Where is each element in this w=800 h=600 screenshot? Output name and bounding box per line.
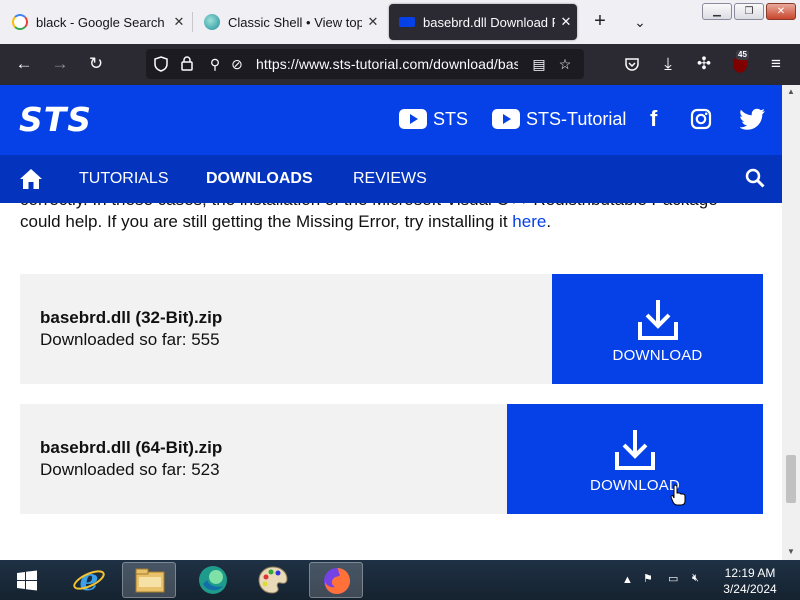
svg-text:e: e [79, 563, 98, 598]
minimize-button[interactable]: ▁ [702, 3, 732, 20]
hand-cursor-icon [670, 484, 686, 506]
body-text: correctly. In these cases, the installat… [20, 203, 780, 233]
search-icon[interactable] [745, 168, 765, 188]
extensions-puzzle-icon[interactable]: ✣ [692, 52, 716, 76]
classic-shell-icon [204, 14, 220, 30]
edge-browser-icon[interactable] [186, 562, 240, 598]
extension-badge: 45 [736, 50, 749, 60]
sts-favicon-icon [399, 17, 415, 27]
youtube-sts-tutorial-label: STS-Tutorial [526, 108, 627, 129]
clock-date: 3/24/2024 [723, 582, 777, 596]
site-nav: TUTORIALS DOWNLOADS REVIEWS [0, 155, 782, 203]
sts-logo[interactable]: STS [19, 103, 92, 136]
here-link[interactable]: here [512, 212, 546, 231]
paint-palette-icon[interactable] [246, 562, 300, 598]
internet-explorer-icon[interactable]: e [62, 562, 116, 598]
home-icon[interactable] [19, 168, 43, 190]
download-count: Downloaded so far: 523 [40, 460, 220, 479]
close-tab-icon[interactable]: ✕ [362, 14, 384, 30]
paragraph-text: could help. If you are still getting the… [20, 212, 513, 231]
autoplay-blocked-icon[interactable]: ⊘ [226, 52, 248, 76]
reader-view-icon[interactable]: ▤ [528, 52, 550, 76]
download-count: Downloaded so far: 555 [40, 330, 220, 349]
paragraph-line: could help. If you are still getting the… [20, 211, 780, 233]
firefox-icon[interactable] [309, 562, 363, 598]
forward-arrow-icon[interactable]: → [48, 52, 72, 76]
nav-downloads[interactable]: DOWNLOADS [206, 170, 313, 188]
windows-logo-icon [17, 570, 37, 591]
reload-icon[interactable]: ↻ [84, 52, 108, 76]
action-center-flag-icon[interactable]: ⚑ [643, 572, 653, 585]
download-button-32bit[interactable]: DOWNLOAD [552, 274, 763, 384]
youtube-icon [492, 109, 520, 129]
navigation-toolbar: ← → ↻ ⚲ ⊘ https://www.sts-tutorial.com/d… [0, 44, 800, 85]
url-text[interactable]: https://www.sts-tutorial.com/download/ba… [256, 56, 518, 72]
youtube-sts-label: STS [433, 108, 469, 129]
site-header: STS STS STS-Tutorial f [0, 85, 782, 155]
tab-strip: black - Google Search ✕ Classic Shell • … [0, 0, 800, 44]
downloads-icon[interactable]: ⤓ [656, 52, 680, 76]
hamburger-menu-icon[interactable]: ≡ [764, 52, 788, 76]
restore-button[interactable]: ❐ [734, 3, 764, 20]
pocket-icon[interactable] [620, 52, 644, 76]
page-content: correctly. In these cases, the installat… [0, 203, 782, 560]
file-name: basebrd.dll (32-Bit).zip [40, 308, 223, 327]
download-card-32bit: basebrd.dll (32-Bit).zip Downloaded so f… [20, 274, 763, 384]
show-hidden-icons-icon[interactable]: ▲ [622, 574, 633, 586]
download-button-64bit[interactable]: DOWNLOAD [507, 404, 763, 514]
partial-line: correctly. In these cases, the installat… [20, 203, 780, 211]
youtube-icon [399, 109, 427, 129]
close-tab-icon[interactable]: ✕ [168, 14, 190, 30]
tab-title: basebrd.dll Download For [423, 14, 555, 30]
close-tab-icon[interactable]: ✕ [555, 14, 577, 30]
instagram-icon[interactable] [690, 104, 712, 134]
youtube-sts-tutorial-link[interactable]: STS-Tutorial [492, 104, 626, 134]
download-label: DOWNLOAD [612, 347, 703, 364]
list-all-tabs-chevron-down-icon[interactable]: ⌄ [628, 10, 652, 34]
file-name: basebrd.dll (64-Bit).zip [40, 438, 223, 457]
tracking-protection-shield-icon[interactable] [150, 52, 172, 76]
paragraph-end: . [546, 212, 552, 231]
youtube-sts-link[interactable]: STS [399, 104, 468, 134]
tab-divider [192, 12, 193, 32]
tab-title: black - Google Search [36, 14, 165, 30]
twitter-icon[interactable] [740, 104, 766, 134]
page-scrollbar[interactable]: ▲ ▼ [782, 85, 800, 560]
tab-basebrd-download[interactable]: basebrd.dll Download For ✕ [389, 4, 577, 40]
download-card-64bit: basebrd.dll (64-Bit).zip Downloaded so f… [20, 404, 763, 514]
lock-icon[interactable] [176, 52, 198, 76]
scroll-down-arrow-icon[interactable]: ▼ [786, 547, 796, 556]
close-window-button[interactable]: ✕ [766, 3, 796, 20]
windows-taskbar: e ▲ ⚑ ▭ 🔇︎ 12:19 AM 3/24/2024 [0, 560, 800, 600]
facebook-icon[interactable]: f [650, 104, 657, 134]
nav-tutorials[interactable]: TUTORIALS [79, 170, 169, 188]
back-arrow-icon[interactable]: ← [12, 52, 36, 76]
download-label: DOWNLOAD [590, 477, 680, 494]
bookmark-star-icon[interactable]: ☆ [554, 52, 576, 76]
network-icon[interactable]: ▭ [668, 572, 678, 585]
scroll-up-arrow-icon[interactable]: ▲ [786, 87, 796, 96]
url-bar[interactable]: ⚲ ⊘ https://www.sts-tutorial.com/downloa… [146, 49, 584, 79]
tab-title: Classic Shell • View topic [228, 14, 362, 30]
permissions-icon[interactable]: ⚲ [204, 52, 226, 76]
tab-google-search[interactable]: black - Google Search ✕ [2, 4, 190, 40]
start-button[interactable] [10, 568, 50, 594]
new-tab-button[interactable]: + [588, 10, 612, 34]
tab-classic-shell[interactable]: Classic Shell • View topic ✕ [194, 4, 384, 40]
scrollbar-thumb[interactable] [786, 455, 796, 503]
clock-time: 12:19 AM [724, 566, 776, 580]
clock[interactable]: 12:19 AM 3/24/2024 [710, 565, 790, 597]
nav-reviews[interactable]: REVIEWS [353, 170, 427, 188]
download-arrow-icon [615, 430, 655, 470]
download-arrow-icon [638, 300, 678, 340]
file-explorer-icon[interactable] [122, 562, 176, 598]
volume-muted-icon[interactable]: 🔇︎ [692, 572, 699, 585]
google-icon [12, 14, 28, 30]
